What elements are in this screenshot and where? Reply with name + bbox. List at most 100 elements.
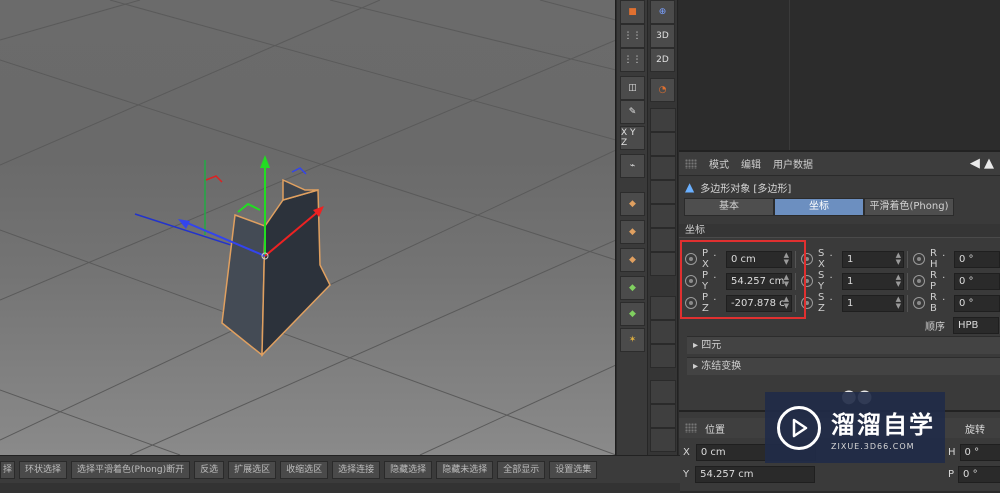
invert-select-button[interactable]: 反选 <box>194 461 225 479</box>
tab-coordinates[interactable]: 坐标 <box>774 198 864 216</box>
order-select[interactable]: HPB <box>953 316 999 334</box>
cm-y-row: Y 54.257 cm <box>683 466 816 483</box>
order-value: HPB <box>958 319 979 331</box>
menu-user-data[interactable]: 用户数据 <box>773 156 813 171</box>
panel-grip-icon[interactable] <box>685 423 697 433</box>
cm-y-field[interactable]: 54.257 cm <box>695 466 816 483</box>
sz-field[interactable]: 1 ▲ ▼ <box>842 294 904 312</box>
anim-key-radio[interactable] <box>913 275 925 287</box>
position-header: 位置 <box>705 424 725 436</box>
polygon-object[interactable] <box>221 178 331 357</box>
rp-value: 0 ° <box>959 275 974 287</box>
anim-key-radio[interactable] <box>913 253 925 265</box>
hide-unselected-button[interactable]: 隐藏未选择 <box>436 461 494 479</box>
snap-edge-icon[interactable] <box>650 132 676 156</box>
freeze-transform-group[interactable]: ▸ 冻结变换 <box>687 357 1000 375</box>
snap-workplane-icon[interactable] <box>650 320 676 344</box>
rh-field[interactable]: 0 ° <box>954 250 1000 268</box>
cm-h-label: H <box>948 447 956 458</box>
snap-tangent-icon[interactable] <box>650 428 676 452</box>
set-selection-button[interactable]: 设置选集 <box>549 461 598 479</box>
sx-field[interactable]: 1 ▲ ▼ <box>842 250 904 268</box>
rb-label: R . B <box>930 292 947 314</box>
axis-mode-icon[interactable]: X Y Z <box>620 126 645 150</box>
polygon-object-icon: ▲ <box>685 180 695 194</box>
sculpt-tool-icon[interactable]: ◆ <box>620 276 645 300</box>
cm-x-label: X <box>683 447 690 458</box>
snap-dynamic-icon[interactable] <box>650 380 676 404</box>
snap-intersection-icon[interactable] <box>650 344 676 368</box>
rp-field[interactable]: 0 ° <box>954 272 1000 290</box>
secondary-toolbar-strip <box>0 483 680 493</box>
grid-edges-icon[interactable]: ⋮⋮ <box>620 48 645 72</box>
quantize-icon[interactable]: ◔ <box>650 78 675 102</box>
texture-tool-icon[interactable]: ◆ <box>620 248 645 272</box>
cm-h-row: H 0 ° <box>948 444 1000 461</box>
grid-points-icon[interactable]: ⋮⋮ <box>620 24 645 48</box>
cm-p-value: 0 ° <box>963 469 978 480</box>
grow-selection-button[interactable]: 扩展选区 <box>228 461 277 479</box>
workplane-icon[interactable]: ✶ <box>620 328 645 352</box>
snap-grid-point-icon[interactable] <box>650 252 676 276</box>
panel-grip-icon[interactable] <box>685 158 697 169</box>
cm-h-field[interactable]: 0 ° <box>959 444 1000 461</box>
sy-field[interactable]: 1 ▲ ▼ <box>842 272 904 290</box>
anim-key-radio[interactable] <box>913 297 925 309</box>
make-editable-icon[interactable]: ■ <box>620 0 645 24</box>
menu-edit[interactable]: 编辑 <box>741 156 761 171</box>
shrink-selection-button[interactable]: 收缩选区 <box>280 461 329 479</box>
sz-label: S . Z <box>818 292 834 314</box>
snap-spline-icon[interactable] <box>650 180 676 204</box>
nav-arrows-icon[interactable]: ◀ ▲ <box>970 156 994 171</box>
selection-buttons: 择 环状选择 选择平滑着色(Phong)断开 反选 扩展选区 收缩选区 选择连接… <box>0 461 598 479</box>
object-header: ▲ 多边形对象 [多边形] <box>679 176 1000 198</box>
brush-tool-icon[interactable]: ◆ <box>620 220 645 244</box>
quaternion-group[interactable]: ▸ 四元 <box>687 336 1000 354</box>
left-tool-palette: ■ ⋮⋮ ⋮⋮ ◫ ✎ X Y Z ⌁ ◆ ◆ ◆ ◆ ◆ ✶ <box>617 0 648 455</box>
object-manager[interactable] <box>679 0 1000 150</box>
paint-tool-icon[interactable]: ◆ <box>620 192 645 216</box>
polygon-mode-icon[interactable]: ◫ <box>620 76 645 100</box>
snap-3d-button[interactable]: 3D <box>650 24 675 48</box>
snap-2d-button[interactable]: 2D <box>650 48 675 72</box>
watermark-text: 溜溜自学 ZIXUE.3D66.COM <box>831 405 935 451</box>
snap-2d-label: 2D <box>656 55 669 65</box>
cm-p-field[interactable]: 0 ° <box>958 466 1000 483</box>
cm-h-value: 0 ° <box>964 447 980 458</box>
phong-break-select-button[interactable]: 选择平滑着色(Phong)断开 <box>71 461 191 479</box>
spinner-icon[interactable]: ▲ ▼ <box>896 296 901 310</box>
snap-vertex-icon[interactable] <box>650 108 676 132</box>
deform-tool-icon[interactable]: ⌁ <box>620 154 645 178</box>
rb-field[interactable]: 0 ° <box>954 294 1000 312</box>
select-button[interactable]: 择 <box>0 461 16 479</box>
menu-mode[interactable]: 模式 <box>709 156 729 171</box>
unhide-all-button[interactable]: 全部显示 <box>497 461 546 479</box>
rp-label: R . P <box>930 270 947 292</box>
sy-value: 1 <box>847 275 854 287</box>
snap-axis-icon[interactable] <box>650 204 676 228</box>
snap-polygon-icon[interactable] <box>650 156 676 180</box>
spinner-icon[interactable]: ▲ ▼ <box>896 274 901 288</box>
weight-tool-icon[interactable]: ◆ <box>620 302 645 326</box>
quaternion-label: 四元 <box>701 340 722 351</box>
snap-icon[interactable]: ⊕ <box>650 0 675 24</box>
watermark-title: 溜溜自学 <box>831 410 935 439</box>
rotation-header: 旋转 <box>965 424 985 436</box>
tab-phong[interactable]: 平滑着色(Phong) <box>864 198 954 216</box>
snap-perpendicular-icon[interactable] <box>650 404 676 428</box>
snap-guide-icon[interactable] <box>650 296 676 320</box>
3d-viewport[interactable] <box>0 0 616 455</box>
hide-selected-button[interactable]: 隐藏选择 <box>384 461 433 479</box>
cm-p-row: P 0 ° <box>948 466 1000 483</box>
play-logo-icon <box>777 405 821 450</box>
freeze-label: 冻结变换 <box>701 361 742 372</box>
select-connected-button[interactable]: 选择连接 <box>332 461 381 479</box>
sy-label: S . Y <box>818 270 834 292</box>
uv-mode-icon[interactable]: ✎ <box>620 100 645 124</box>
attribute-manager: 模式 编辑 用户数据 ◀ ▲ ▲ 多边形对象 [多边形] 基本 坐标 平滑着色(… <box>679 150 1000 410</box>
attribute-menu-bar: 模式 编辑 用户数据 ◀ ▲ <box>679 152 1000 176</box>
loop-select-button[interactable]: 环状选择 <box>19 461 68 479</box>
tab-basic[interactable]: 基本 <box>684 198 774 216</box>
spinner-icon[interactable]: ▲ ▼ <box>896 252 901 266</box>
snap-midpoint-icon[interactable] <box>650 228 676 252</box>
